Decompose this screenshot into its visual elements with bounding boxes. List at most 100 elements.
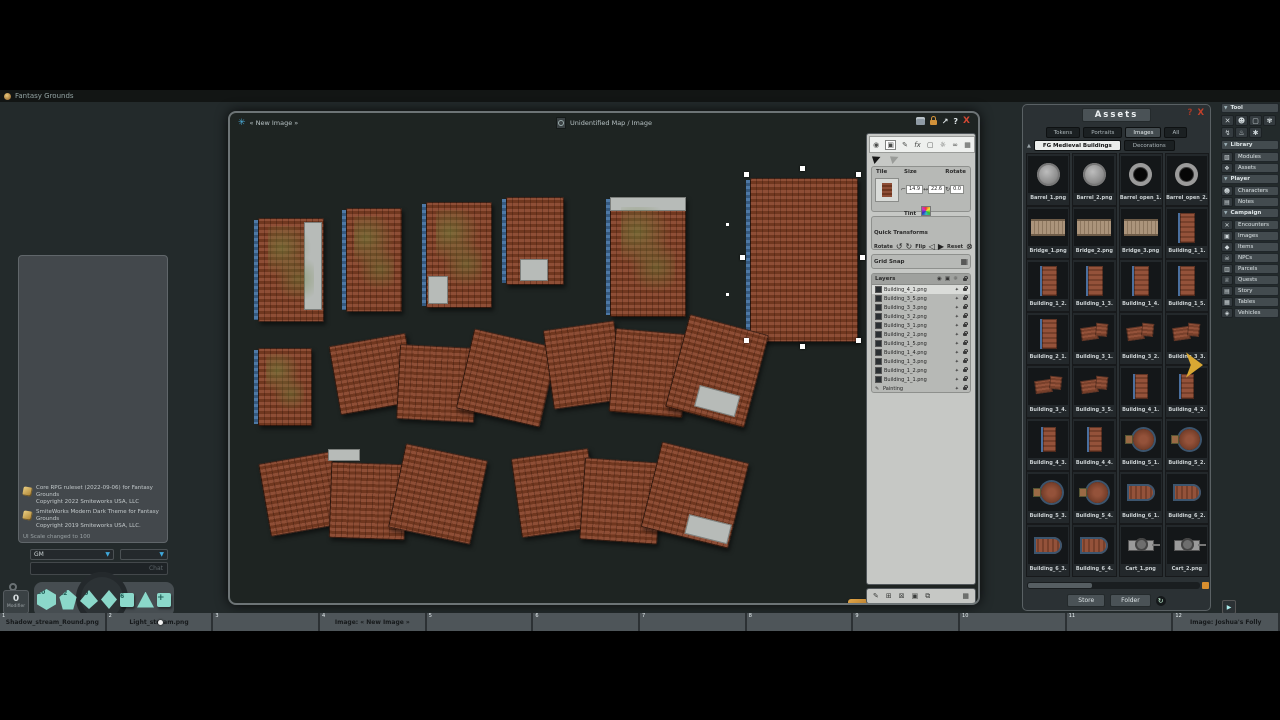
sidebar-section-tool[interactable]: ▼ Tool: [1221, 103, 1279, 113]
layer-lock-icon[interactable]: [963, 360, 967, 363]
asset-item[interactable]: Building_5_4.: [1072, 471, 1116, 524]
sidebar-item[interactable]: ▧ Modules: [1221, 152, 1279, 162]
close-button[interactable]: X: [963, 116, 970, 126]
asset-item[interactable]: Building_5_1.: [1119, 418, 1163, 471]
selection-handle[interactable]: [740, 255, 745, 260]
layer-row[interactable]: Building_1_1.png ✦: [872, 375, 970, 384]
hand-pan-icon[interactable]: [916, 117, 925, 125]
asset-item[interactable]: Building_2_1.: [1026, 312, 1070, 365]
assets-close-button[interactable]: X: [1197, 108, 1204, 118]
help-button[interactable]: ?: [953, 117, 958, 126]
voice-dropdown[interactable]: ▼: [120, 549, 168, 560]
layer-die-icon[interactable]: ✦: [955, 386, 959, 392]
refresh-icon[interactable]: ↻: [1156, 596, 1166, 606]
taskbar-slot[interactable]: 7: [640, 613, 747, 631]
asset-item[interactable]: Building_3_1.: [1072, 312, 1116, 365]
layer-die-icon[interactable]: ✦: [955, 359, 959, 365]
die-button[interactable]: 12: [59, 590, 77, 610]
fx-tool-icon[interactable]: fx: [914, 141, 921, 149]
layer-light-icon[interactable]: ☼: [953, 276, 958, 282]
map-building[interactable]: [388, 443, 488, 545]
lock-icon[interactable]: [930, 120, 937, 125]
lock-icon[interactable]: [963, 278, 967, 281]
asset-item[interactable]: Building_3_3.: [1165, 312, 1209, 365]
map-building[interactable]: [426, 202, 492, 308]
asset-item[interactable]: Building_1_1.: [1165, 206, 1209, 259]
map-titlebar[interactable]: ✳ « New Image » Unidentified Map / Image…: [230, 113, 978, 133]
selection-handle[interactable]: [860, 255, 865, 260]
asset-item[interactable]: Building_4_1.: [1119, 365, 1163, 418]
layer-row[interactable]: Building_3_3.png ✦: [872, 303, 970, 312]
selection-handle[interactable]: [744, 172, 749, 177]
asset-item[interactable]: Bridge_3.png: [1119, 206, 1163, 259]
folder-icon[interactable]: ▣: [912, 592, 919, 600]
tool-icon-button[interactable]: ✱: [1249, 127, 1262, 138]
layer-lock-icon[interactable]: [963, 333, 967, 336]
trash-icon[interactable]: ▦: [962, 592, 969, 600]
tool-icon-button[interactable]: ☻: [1235, 115, 1248, 126]
layer-die-icon[interactable]: ✦: [955, 368, 959, 374]
layer-die-icon[interactable]: ✦: [955, 314, 959, 320]
taskbar-slot[interactable]: 5: [427, 613, 534, 631]
selection-handle[interactable]: [856, 172, 861, 177]
pointer-tool-icon[interactable]: [872, 153, 882, 163]
sidebar-item[interactable]: ✕ Encounters: [1221, 220, 1279, 230]
taskbar-slot[interactable]: 9: [853, 613, 960, 631]
vision-tool-icon[interactable]: ∞: [952, 141, 958, 149]
select-tool-icon[interactable]: ▣: [885, 140, 896, 150]
die-roll-button[interactable]: ✦: [848, 599, 868, 603]
asset-item[interactable]: Building_3_5.: [1072, 365, 1116, 418]
module-filter[interactable]: Decorations: [1124, 140, 1175, 151]
asset-item[interactable]: Building_1_4.: [1119, 259, 1163, 312]
layer-row[interactable]: Building_1_2.png ✦: [872, 366, 970, 375]
rotate-ccw-icon[interactable]: ↺: [896, 242, 903, 251]
layer-row[interactable]: Building_2_1.png ✦: [872, 330, 970, 339]
layer-row[interactable]: Building_1_4.png ✦: [872, 348, 970, 357]
sidebar-item[interactable]: ☠ NPCs: [1221, 253, 1279, 263]
map-building-selected[interactable]: [750, 178, 858, 342]
layer-die-icon[interactable]: ✦: [955, 350, 959, 356]
die-button[interactable]: 20: [37, 589, 56, 610]
reset-icon[interactable]: ⊗: [966, 242, 973, 251]
layer-row[interactable]: Building_1_3.png ✦: [872, 357, 970, 366]
expand-icon[interactable]: ↗: [942, 117, 949, 126]
map-building[interactable]: [258, 218, 324, 322]
tags-icon[interactable]: ⧉: [925, 592, 930, 601]
draw-action-icon[interactable]: ✎: [873, 592, 879, 600]
asset-item[interactable]: Building_5_2.: [1165, 418, 1209, 471]
grid-snap-toggle-icon[interactable]: ▦: [960, 257, 968, 266]
asset-item[interactable]: Bridge_1.png: [1026, 206, 1070, 259]
layer-lock-icon[interactable]: [963, 288, 967, 291]
layer-square-icon[interactable]: ▣: [945, 276, 950, 282]
assets-tab[interactable]: Portraits: [1083, 127, 1122, 138]
layer-lock-icon[interactable]: [963, 387, 967, 390]
asset-item[interactable]: Cart_2.png: [1165, 524, 1209, 577]
layer-lock-icon[interactable]: [963, 351, 967, 354]
map-building[interactable]: [610, 197, 686, 317]
sidebar-item[interactable]: ▦ Tables: [1221, 297, 1279, 307]
assets-tab[interactable]: Images: [1125, 127, 1161, 138]
asset-item[interactable]: Building_6_1.: [1119, 471, 1163, 524]
tint-color-swatch[interactable]: [921, 206, 931, 216]
store-button[interactable]: Store: [1067, 594, 1105, 607]
tool-icon-button[interactable]: ♨: [1235, 127, 1248, 138]
taskbar-slot[interactable]: 4 Image: « New Image »: [320, 613, 427, 631]
scrollbar-thumb[interactable]: [1028, 583, 1092, 588]
flip-vertical-icon[interactable]: ▶: [938, 242, 944, 251]
taskbar-slot[interactable]: 1 Shadow_stream_Round.png: [0, 613, 107, 631]
layer-die-icon[interactable]: ✦: [955, 296, 959, 302]
marquee-tool-icon[interactable]: ▢: [927, 141, 934, 149]
asset-item[interactable]: Building_4_4.: [1072, 418, 1116, 471]
sidebar-item[interactable]: ▤ Story: [1221, 286, 1279, 296]
flip-horizontal-icon[interactable]: ◁: [929, 242, 935, 251]
layer-lock-icon[interactable]: [963, 324, 967, 327]
layer-row[interactable]: Building_3_2.png ✦: [872, 312, 970, 321]
taskbar-slot[interactable]: 12 Image: Joshua's Folly: [1173, 613, 1280, 631]
tool-icon-button[interactable]: ▢: [1249, 115, 1262, 126]
asset-item[interactable]: Building_6_4.: [1072, 524, 1116, 577]
collapse-icon[interactable]: ▲: [1027, 143, 1031, 149]
folder-button[interactable]: Folder: [1110, 594, 1151, 607]
layer-row[interactable]: Building_3_1.png ✦: [872, 321, 970, 330]
asset-item[interactable]: Building_4_2.: [1165, 365, 1209, 418]
sidebar-section-player[interactable]: ▼ Player: [1221, 174, 1279, 184]
